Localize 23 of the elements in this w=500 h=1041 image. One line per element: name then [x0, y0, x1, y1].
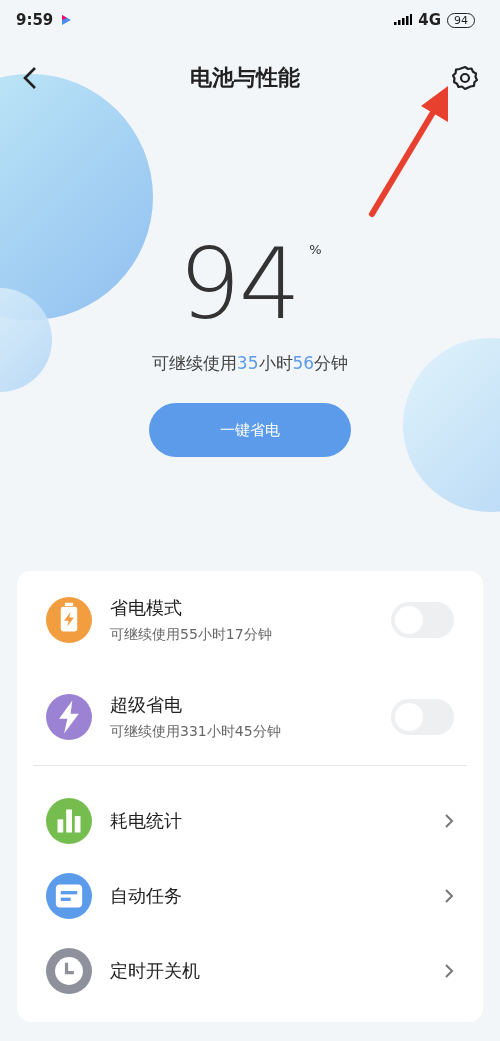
- list-item[interactable]: 自动任务: [17, 858, 483, 933]
- status-time: 9:59: [16, 11, 54, 29]
- item-title: 自动任务: [110, 883, 183, 908]
- signal-icon: [394, 14, 413, 26]
- mode-subtitle: 可继续使用55小时17分钟: [110, 625, 273, 644]
- mode-subtitle: 可继续使用331小时45分钟: [110, 722, 282, 741]
- battery-percentage: 94: [178, 234, 300, 334]
- network-type: 4G: [418, 11, 441, 29]
- mode-title: 超级省电: [110, 692, 183, 717]
- mode-title: 省电模式: [110, 595, 183, 620]
- page-title: 电池与性能: [189, 64, 301, 92]
- chevron-icon: [444, 812, 454, 829]
- chevron-icon: [444, 962, 454, 979]
- play-icon: [61, 14, 72, 26]
- settings-icon[interactable]: [452, 65, 478, 91]
- item-title: 耗电统计: [110, 808, 183, 833]
- list-item[interactable]: 定时开关机: [17, 933, 483, 1008]
- percent-sign: %: [309, 242, 322, 257]
- remaining-time: 可继续使用35小时56分钟: [151, 352, 349, 375]
- back-icon[interactable]: [22, 66, 38, 90]
- list-item[interactable]: 耗电统计: [17, 783, 483, 858]
- item-title: 定时开关机: [110, 958, 201, 983]
- chevron-icon: [444, 887, 454, 904]
